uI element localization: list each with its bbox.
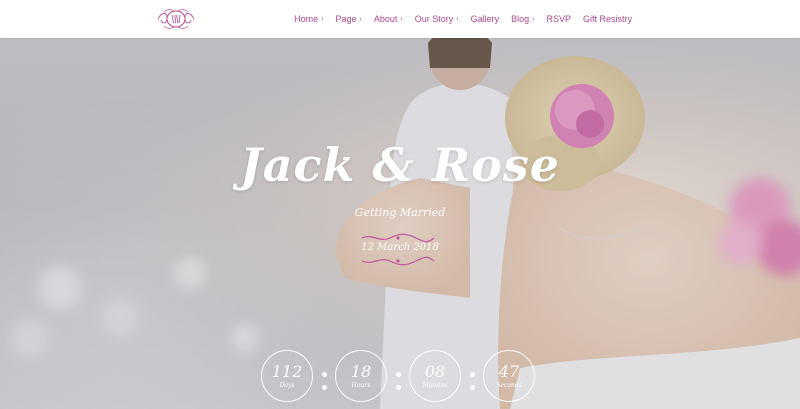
nav-item-label: Home	[294, 14, 319, 24]
countdown-minutes: 08 Minutes	[409, 350, 461, 402]
ornament-divider-bottom	[361, 256, 435, 266]
countdown-value: 18	[350, 362, 372, 381]
countdown-value: 08	[424, 362, 446, 381]
nav-item-label: Blog	[511, 14, 530, 24]
nav-item-gift-registry[interactable]: Gift Resistry	[577, 14, 638, 24]
chevron-right-icon: ›	[532, 15, 535, 23]
nav-item-label: RSVP	[546, 14, 571, 24]
nav-item-page[interactable]: Page ›	[329, 14, 367, 24]
countdown-days: 112 Days	[261, 350, 313, 402]
countdown-separator	[461, 372, 483, 390]
countdown-label: Seconds	[496, 382, 522, 389]
countdown-separator	[387, 372, 409, 390]
countdown-value: 112	[271, 362, 303, 381]
site-header: Home › Page › About › Our Story › Galler…	[0, 0, 800, 38]
nav-item-our-story[interactable]: Our Story ›	[409, 14, 465, 24]
hero-section: Jack & Rose Getting Married 12 March 201…	[0, 38, 800, 409]
hero-subtitle: Getting Married	[354, 206, 446, 219]
nav-item-home[interactable]: Home ›	[288, 14, 329, 24]
chevron-right-icon: ›	[321, 15, 324, 23]
wedding-date: 12 March 2018	[361, 242, 439, 253]
countdown-separator	[313, 372, 335, 390]
countdown-seconds: 47 Seconds	[483, 350, 535, 402]
nav-item-label: Our Story	[414, 14, 454, 24]
nav-item-label: Gift Resistry	[582, 14, 632, 24]
countdown-value: 47	[498, 362, 520, 381]
countdown-label: Hours	[351, 382, 371, 389]
countdown-timer: 112 Days 18 Hours 08 Minutes 47 Seconds	[261, 350, 535, 402]
nav-item-label: Page	[335, 14, 357, 24]
main-nav: Home › Page › About › Our Story › Galler…	[288, 0, 638, 38]
nav-item-label: About	[373, 14, 398, 24]
chevron-right-icon: ›	[456, 15, 459, 23]
nav-item-blog[interactable]: Blog ›	[505, 14, 540, 24]
nav-item-about[interactable]: About ›	[368, 14, 409, 24]
countdown-label: Days	[279, 382, 295, 389]
nav-item-label: Gallery	[470, 14, 500, 24]
countdown-label: Minutes	[422, 382, 448, 389]
monogram-logo-icon[interactable]	[154, 6, 198, 32]
couple-names-title: Jack & Rose	[239, 138, 561, 192]
nav-item-rsvp[interactable]: RSVP	[540, 14, 577, 24]
countdown-hours: 18 Hours	[335, 350, 387, 402]
chevron-right-icon: ›	[400, 15, 403, 23]
chevron-right-icon: ›	[359, 15, 362, 23]
nav-item-gallery[interactable]: Gallery	[465, 14, 506, 24]
